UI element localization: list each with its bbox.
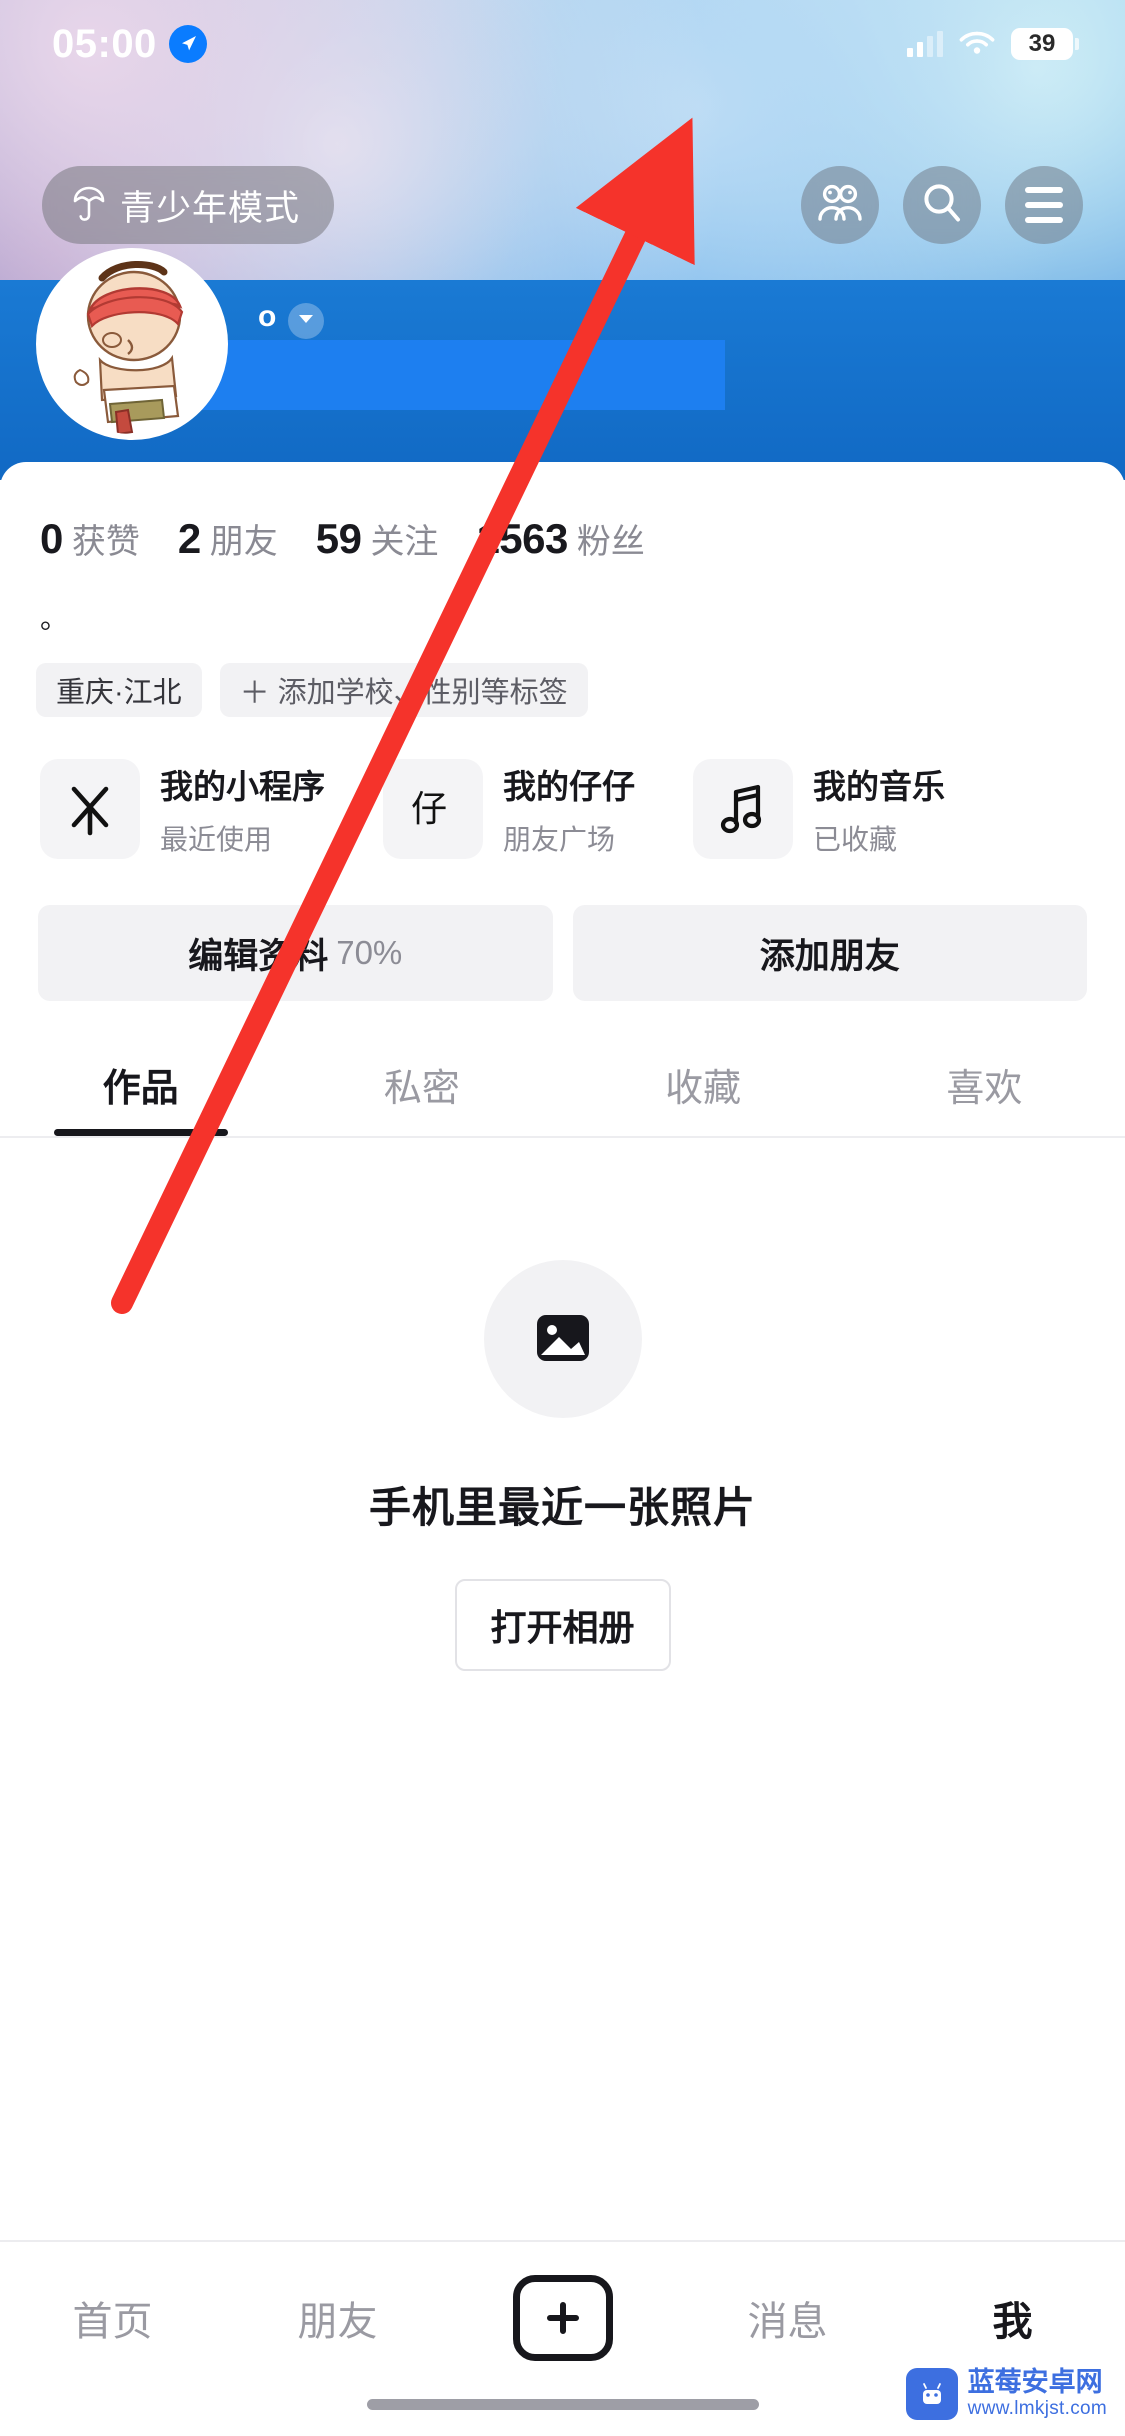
tab-private[interactable]: 私密 — [281, 1057, 562, 1136]
stat-following[interactable]: 59 关注 — [316, 514, 439, 563]
stat-label: 朋友 — [209, 523, 278, 561]
tab-works[interactable]: 作品 — [0, 1057, 281, 1136]
add-friend-button[interactable]: 添加朋友 — [572, 905, 1087, 1001]
teen-mode-button[interactable]: 青少年模式 — [42, 166, 335, 244]
tab-label: 作品 — [102, 1068, 179, 1110]
douyin-logo-icon — [40, 759, 140, 859]
profile-content-sheet: 0 获赞 2 朋友 59 关注 1563 粉丝 。 重庆·江北 ＋ 添加学校、性… — [0, 462, 1125, 2436]
tab-collections[interactable]: 收藏 — [563, 1057, 844, 1136]
entry-card-zaizai[interactable]: 仔 我的仔仔 朋友广场 — [383, 759, 635, 859]
tab-label: 喜欢 — [946, 1068, 1023, 1110]
status-bar-left: 05:00 — [52, 22, 207, 67]
stat-label: 关注 — [370, 523, 439, 561]
stat-likes[interactable]: 0 获赞 — [40, 514, 140, 563]
umbrella-icon — [72, 184, 106, 227]
tab-label: 私密 — [383, 1068, 460, 1110]
home-indicator — [366, 2399, 759, 2410]
nav-label: 消息 — [747, 2300, 828, 2344]
watermark-site-name: 蓝莓安卓网 — [967, 2367, 1103, 2398]
cartoon-avatar — [42, 254, 222, 434]
empty-state-title: 手机里最近一张照片 — [368, 1484, 756, 1531]
open-album-label: 打开相册 — [490, 1607, 635, 1648]
nav-label: 朋友 — [297, 2300, 378, 2344]
entry-card-texts: 我的音乐 已收藏 — [813, 760, 945, 858]
nav-item-friends[interactable]: 朋友 — [253, 2270, 423, 2366]
tag-location-label: 重庆·江北 — [56, 677, 182, 709]
status-bar: 05:00 39 — [0, 0, 1125, 88]
tag-add-info[interactable]: ＋ 添加学校、性别等标签 — [219, 663, 588, 717]
stat-value: 0 — [40, 515, 63, 562]
tag-add-info-label: 添加学校、性别等标签 — [277, 677, 568, 709]
entry-card-miniprogram[interactable]: 我的小程序 最近使用 — [40, 759, 325, 859]
plus-create-icon — [512, 2275, 613, 2361]
entry-card-texts: 我的小程序 最近使用 — [160, 760, 325, 858]
stat-label: 粉丝 — [576, 523, 645, 561]
svg-text:仔: 仔 — [411, 788, 447, 829]
entry-card-music[interactable]: 我的音乐 已收藏 — [693, 759, 945, 859]
status-bar-clock: 05:00 — [52, 21, 157, 66]
plus-icon: ＋ — [239, 677, 270, 710]
profile-dot-mark: o — [258, 300, 277, 333]
edit-profile-button[interactable]: 编辑资料 70% — [38, 905, 553, 1001]
content-tabs: 作品 私密 收藏 喜欢 — [0, 1001, 1125, 1136]
hamburger-menu-icon — [1025, 187, 1063, 223]
edit-profile-percent: 70% — [336, 934, 403, 971]
nav-item-messages[interactable]: 消息 — [703, 2270, 873, 2366]
tab-likes[interactable]: 喜欢 — [844, 1057, 1125, 1136]
two-people-icon — [817, 183, 863, 228]
entry-card-subtitle: 朋友广场 — [503, 824, 616, 855]
search-icon — [920, 181, 964, 230]
entry-card-subtitle: 最近使用 — [160, 824, 273, 855]
watermark-texts: 蓝莓安卓网 www.lmkjst.com — [968, 2367, 1107, 2420]
entry-card-row: 我的小程序 最近使用 仔 我的仔仔 朋友广场 我的音乐 已收藏 — [0, 717, 1125, 859]
photo-placeholder-icon — [483, 1260, 642, 1418]
chevron-down-icon — [297, 312, 315, 331]
entry-card-title: 我的音乐 — [813, 768, 945, 805]
location-arrow-icon — [168, 25, 207, 63]
empty-state: 手机里最近一张照片 打开相册 — [0, 1138, 1125, 1671]
nav-item-create[interactable] — [478, 2270, 648, 2366]
watermark-site-url: www.lmkjst.com — [967, 2398, 1107, 2420]
status-bar-right: 39 — [907, 28, 1079, 61]
avatar[interactable] — [36, 248, 228, 440]
wifi-icon — [959, 28, 995, 61]
profile-stats-row: 0 获赞 2 朋友 59 关注 1563 粉丝 — [0, 462, 1125, 563]
stat-value: 2 — [177, 515, 201, 562]
stat-value: 1563 — [476, 515, 568, 562]
tab-label: 收藏 — [665, 1068, 742, 1110]
open-album-button[interactable]: 打开相册 — [454, 1579, 671, 1671]
add-friend-label: 添加朋友 — [759, 936, 900, 976]
nav-label: 我 — [992, 2300, 1033, 2344]
zaizai-icon: 仔 — [383, 759, 483, 859]
nav-item-me[interactable]: 我 — [928, 2270, 1098, 2366]
battery-indicator: 39 — [1011, 28, 1079, 60]
entry-card-subtitle: 已收藏 — [813, 824, 898, 855]
friends-button[interactable] — [801, 166, 879, 244]
cellular-signal-icon — [907, 31, 943, 57]
entry-card-texts: 我的仔仔 朋友广场 — [503, 760, 635, 858]
username-redaction-bar — [168, 340, 725, 410]
stat-fans[interactable]: 1563 粉丝 — [476, 514, 644, 563]
stat-friends[interactable]: 2 朋友 — [178, 514, 278, 563]
entry-card-title: 我的仔仔 — [503, 768, 635, 805]
tag-location[interactable]: 重庆·江北 — [36, 663, 202, 717]
site-watermark: 蓝莓安卓网 www.lmkjst.com — [905, 2367, 1107, 2420]
edit-profile-label: 编辑资料 — [188, 936, 329, 976]
entry-card-title: 我的小程序 — [160, 768, 325, 805]
android-robot-icon — [905, 2367, 958, 2420]
search-button[interactable] — [903, 166, 981, 244]
stat-label: 获赞 — [71, 523, 140, 561]
profile-signature[interactable]: 。 — [0, 563, 1125, 637]
profile-header-bar: 青少年模式 — [0, 150, 1125, 260]
profile-action-row: 编辑资料 70% 添加朋友 — [0, 859, 1125, 1001]
profile-tag-row: 重庆·江北 ＋ 添加学校、性别等标签 — [0, 637, 1125, 717]
nav-item-home[interactable]: 首页 — [28, 2270, 198, 2366]
nav-label: 首页 — [72, 2300, 153, 2344]
header-action-icons — [801, 166, 1083, 244]
teen-mode-label: 青少年模式 — [120, 188, 301, 228]
stat-value: 59 — [315, 515, 362, 562]
music-note-icon — [693, 759, 793, 859]
profile-expand-button[interactable] — [288, 303, 324, 339]
menu-button[interactable] — [1005, 166, 1083, 244]
